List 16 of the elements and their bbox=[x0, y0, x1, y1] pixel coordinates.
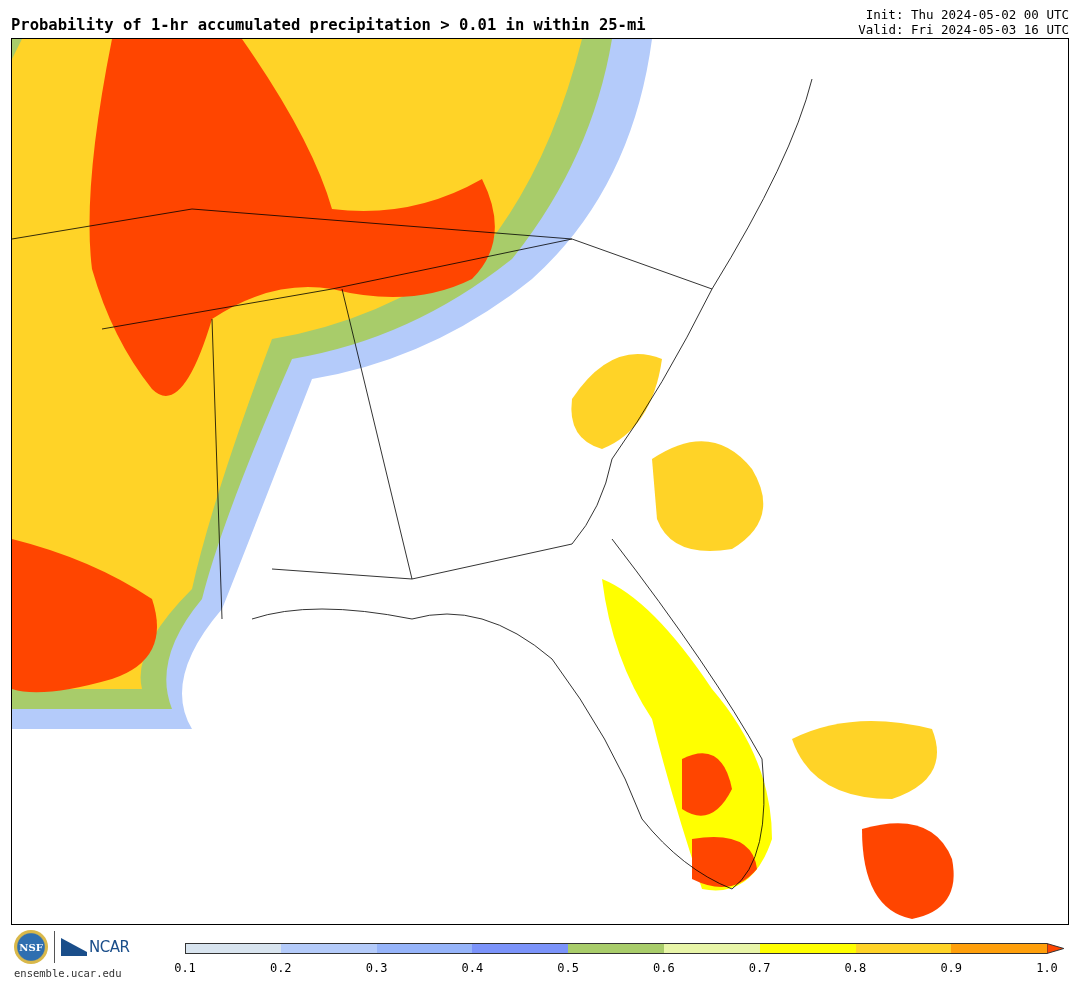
website-url: ensemble.ucar.edu bbox=[14, 967, 122, 979]
init-time: Init: Thu 2024-05-02 00 UTC bbox=[865, 7, 1069, 22]
scale-tick-label: 0.4 bbox=[461, 961, 484, 975]
scale-tick-label: 0.1 bbox=[174, 961, 196, 975]
valid-time: Valid: Fri 2024-05-03 16 UTC bbox=[858, 22, 1069, 37]
scale-tick-label: 0.9 bbox=[940, 961, 963, 975]
scale-tick-label: 0.2 bbox=[269, 961, 292, 975]
scale-tick-label: 0.6 bbox=[653, 961, 675, 975]
scale-tick-label: 0.7 bbox=[748, 961, 771, 975]
scale-tick-label: 0.8 bbox=[844, 961, 867, 975]
nsf-logo: NSF bbox=[14, 930, 48, 964]
ncar-logo: NCAR bbox=[61, 938, 130, 956]
scale-tick-label: 0.5 bbox=[557, 961, 579, 975]
chart-title: Probability of 1-hr accumulated precipitation > 0.01 in within 25-mi bbox=[11, 16, 646, 36]
scale-tick-label: 1.0 bbox=[1036, 961, 1058, 975]
scale-tick-label: 0.3 bbox=[365, 961, 388, 975]
